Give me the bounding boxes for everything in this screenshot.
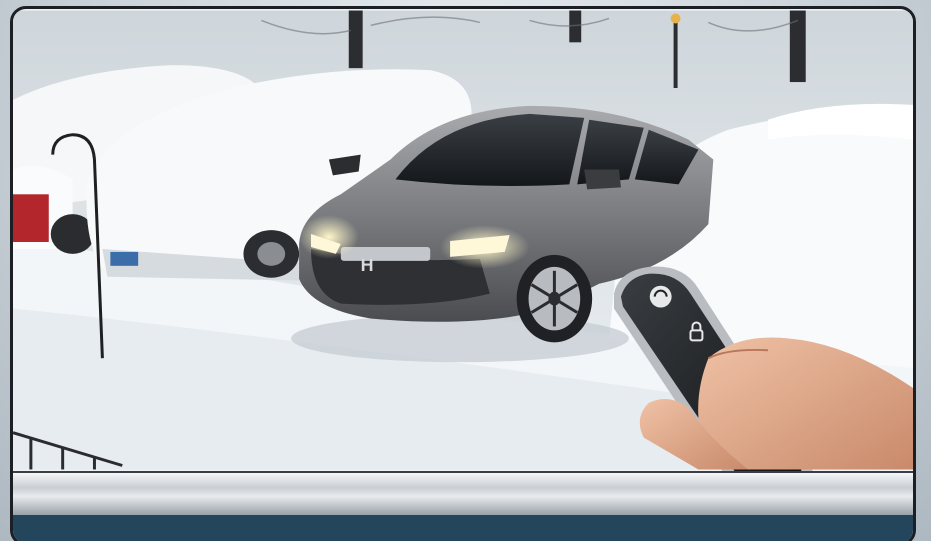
bottom-navy-bar	[13, 515, 913, 541]
photo-stage: H	[0, 0, 931, 541]
remote-start-icon	[649, 285, 672, 308]
winter-remote-start-photo: H	[13, 10, 913, 471]
photo-frame: H	[10, 6, 916, 541]
honda-logo: H	[361, 255, 374, 275]
metallic-bezel-bar	[13, 471, 913, 515]
